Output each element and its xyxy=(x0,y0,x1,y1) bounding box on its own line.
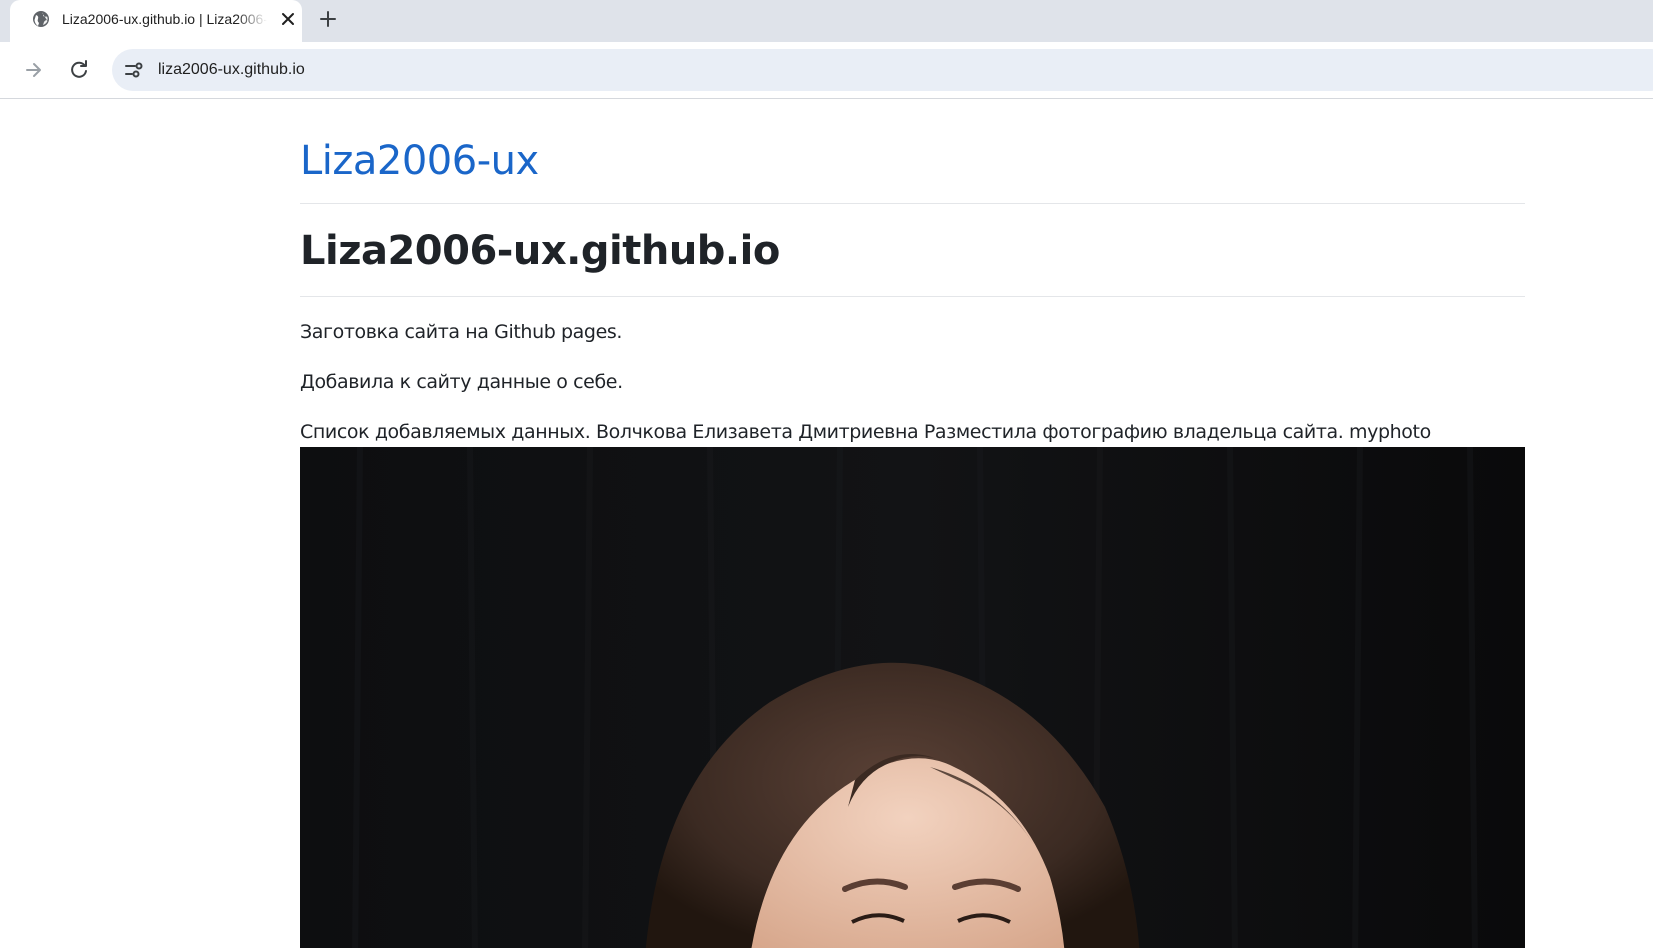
tab-title: Liza2006-ux.github.io | Liza2006-ux xyxy=(62,11,267,27)
browser-toolbar: liza2006-ux.github.io xyxy=(0,42,1653,99)
globe-icon xyxy=(33,11,49,27)
heading-divider xyxy=(300,296,1525,297)
page-viewport: Liza2006-ux Liza2006-ux.github.io Загото… xyxy=(0,100,1653,948)
url-text[interactable]: liza2006-ux.github.io xyxy=(158,60,305,80)
tab-strip: Liza2006-ux.github.io | Liza2006-ux xyxy=(0,0,1653,42)
paragraph-about: Добавила к сайту данные о себе. xyxy=(300,371,623,393)
page-heading: Liza2006-ux.github.io xyxy=(300,228,780,274)
close-icon[interactable] xyxy=(278,9,298,29)
paragraph-intro: Заготовка сайта на Github pages. xyxy=(300,321,623,343)
portrait-image xyxy=(300,447,1525,948)
arrow-forward-icon[interactable] xyxy=(22,58,46,82)
site-title-link[interactable]: Liza2006-ux xyxy=(300,138,539,184)
address-bar[interactable]: liza2006-ux.github.io xyxy=(112,49,1653,91)
reload-icon[interactable] xyxy=(67,58,91,82)
browser-tab[interactable]: Liza2006-ux.github.io | Liza2006-ux xyxy=(10,0,302,42)
owner-photo xyxy=(300,447,1525,948)
plus-icon[interactable] xyxy=(316,7,340,31)
browser-chrome: Liza2006-ux.github.io | Liza2006-ux liza… xyxy=(0,0,1653,100)
header-divider xyxy=(300,203,1525,204)
site-settings-icon[interactable] xyxy=(122,58,146,82)
paragraph-data-list: Список добавляемых данных. Волчкова Елиз… xyxy=(300,421,1431,443)
